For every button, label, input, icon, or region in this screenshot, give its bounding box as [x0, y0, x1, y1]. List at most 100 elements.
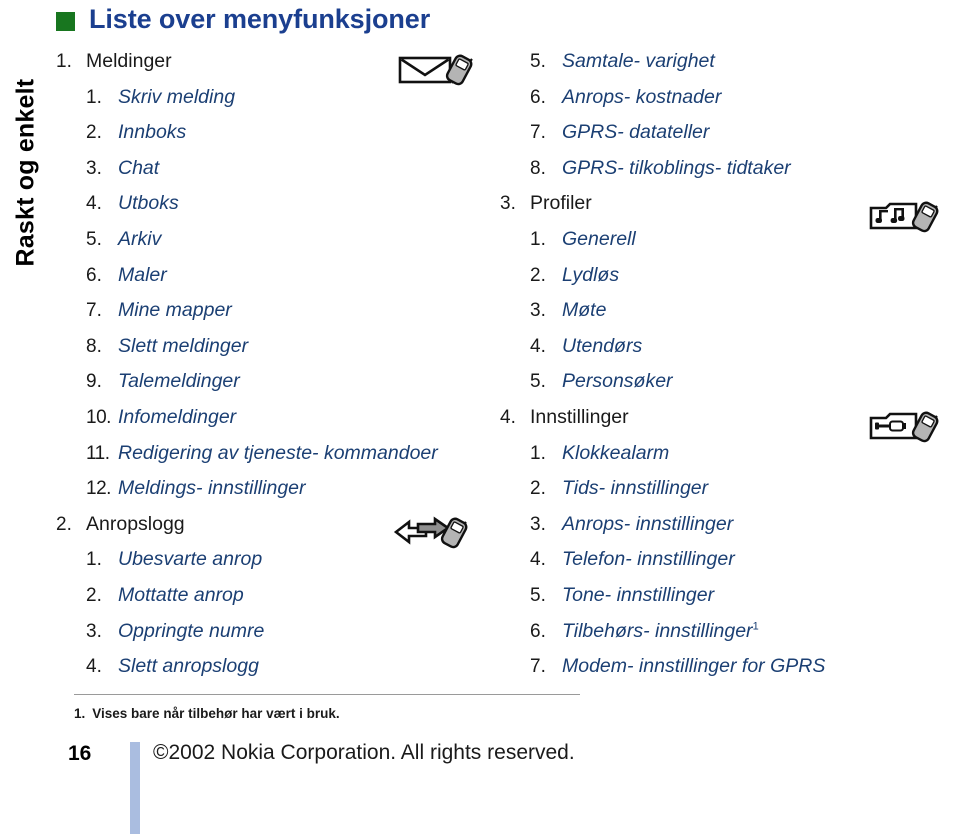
menu-item-row: 9. Talemeldinger — [56, 364, 486, 400]
menu-item-label: Arkiv — [118, 227, 162, 250]
settings-screwdriver-phone-icon — [866, 406, 958, 446]
menu-item-label: Infomeldinger — [118, 405, 237, 428]
menu-item-row: 12. Meldings- innstillinger — [56, 471, 486, 507]
menu-item-row: 11. Redigering av tjeneste- kommandoer — [56, 436, 486, 472]
menu-item-row: 6. Maler — [56, 258, 486, 294]
menu-item-label: Maler — [118, 263, 167, 286]
menu-item-number: 7. — [530, 656, 546, 678]
menu-item-label: Chat — [118, 156, 160, 179]
footnote-text: Vises bare når tilbehør har vært i bruk. — [92, 706, 340, 721]
menu-item-label: Telefon- innstillinger — [562, 548, 735, 571]
footnote-number: 1. — [74, 706, 86, 721]
menu-item-number: 5. — [530, 371, 546, 393]
menu-item-number: 3. — [500, 193, 516, 215]
menu-item-number: 2. — [86, 584, 102, 606]
copyright-notice: ©2002 Nokia Corporation. All rights rese… — [153, 741, 575, 764]
menu-item-row: 6. Tilbehørs- innstillinger1 — [500, 614, 940, 650]
menu-item-number: 7. — [530, 122, 546, 144]
menu-item-number: 5. — [86, 228, 102, 250]
menu-item-number: 2. — [56, 513, 72, 535]
menu-item-label: Utboks — [118, 192, 179, 215]
menu-item-label: Mine mapper — [118, 299, 232, 322]
menu-item-number: 7. — [86, 300, 102, 322]
menu-item-label: GPRS- datateller — [562, 121, 710, 144]
menu-item-row: 7. GPRS- datateller — [500, 115, 940, 151]
menu-item-row: 3. Oppringte numre — [56, 614, 486, 650]
menu-item-number: 2. — [530, 264, 546, 286]
menu-item-label: Meldings- innstillinger — [118, 477, 306, 500]
menu-item-number: 2. — [86, 122, 102, 144]
menu-item-row: 3. Møte — [500, 293, 940, 329]
menu-item-row: 4. Slett anropslogg — [56, 649, 486, 685]
menu-item-number: 4. — [500, 406, 516, 428]
menu-item-row: 4. Utendørs — [500, 329, 940, 365]
footnote-marker: 1 — [752, 620, 759, 632]
menu-item-row: 5. Samtale- varighet — [500, 44, 940, 80]
menu-item-label: Anrops- kostnader — [562, 85, 722, 108]
menu-item-number: 4. — [530, 549, 546, 571]
menu-item-row: 10. Infomeldinger — [56, 400, 486, 436]
menu-item-number: 6. — [530, 86, 546, 108]
menu-item-number: 1. — [86, 549, 102, 571]
call-log-arrows-phone-icon — [392, 512, 484, 552]
menu-item-row: 5. Tone- innstillinger — [500, 578, 940, 614]
menu-item-row: 7. Mine mapper — [56, 293, 486, 329]
menu-item-label: Meldinger — [86, 50, 172, 72]
menu-item-number: 6. — [86, 264, 102, 286]
menu-item-label: Slett anropslogg — [118, 655, 259, 678]
green-square-icon — [56, 12, 75, 31]
menu-item-label: Samtale- varighet — [562, 50, 715, 72]
menu-item-row: 4. Utboks — [56, 186, 486, 222]
menu-item-row: 3. Chat — [56, 151, 486, 187]
menu-item-number: 3. — [530, 300, 546, 322]
menu-item-number: 4. — [530, 335, 546, 357]
menu-item-label: Profiler — [530, 192, 592, 215]
menu-list-right-column: 5. Samtale- varighet 6. Anrops- kostnader 7.… — [500, 44, 940, 685]
menu-list-left-column: 1. Meldinger 1. Skriv melding 2. Innboks 3. Cha… — [56, 44, 486, 685]
menu-item-label: Generell — [562, 227, 636, 250]
profiles-music-notes-phone-icon — [866, 196, 958, 236]
menu-item-label: Redigering av tjeneste- kommandoer — [118, 441, 438, 464]
menu-item-row: 2. Lydløs — [500, 258, 940, 294]
menu-item-row: 2. Mottatte anrop — [56, 578, 486, 614]
menu-item-label: Slett meldinger — [118, 334, 249, 357]
menu-item-label: Tone- innstillinger — [562, 583, 715, 606]
menu-item-label: Mottatte anrop — [118, 583, 244, 606]
menu-item-number: 2. — [530, 478, 546, 500]
menu-item-number: 8. — [86, 335, 102, 357]
menu-item-number: 3. — [86, 157, 102, 179]
footnote: 1. Vises bare når tilbehør har vært i bru… — [74, 706, 340, 721]
menu-item-label: Anropslogg — [86, 512, 185, 535]
menu-item-number: 1. — [56, 51, 72, 72]
page-number: 16 — [68, 742, 92, 765]
menu-item-number: 8. — [530, 157, 546, 179]
menu-item-label: Oppringte numre — [118, 619, 265, 642]
menu-item-label: Personsøker — [562, 370, 673, 393]
page-title-text: Liste over menyfunksjoner — [89, 4, 431, 34]
menu-item-label: Modem- innstillinger for GPRS — [562, 655, 826, 678]
menu-item-number: 1. — [86, 86, 102, 108]
menu-item-label: Talemeldinger — [118, 370, 240, 393]
menu-item-number: 5. — [530, 584, 546, 606]
menu-item-row: 2. Tids- innstillinger — [500, 471, 940, 507]
menu-item-number: 4. — [86, 656, 102, 678]
menu-item-row: 4. Telefon- innstillinger — [500, 542, 940, 578]
menu-item-number: 12. — [86, 478, 111, 500]
footer-accent-bar — [130, 742, 140, 834]
menu-item-number: 6. — [530, 620, 546, 642]
menu-item-label: Lydløs — [562, 263, 620, 286]
menu-item-label: Tilbehørs- innstillinger1 — [562, 619, 759, 642]
menu-item-row: 3. Anrops- innstillinger — [500, 507, 940, 543]
menu-item-row: 8. Slett meldinger — [56, 329, 486, 365]
menu-item-label: Tids- innstillinger — [562, 477, 709, 500]
side-tab-label: Raskt og enkelt — [11, 78, 40, 267]
menu-item-label: Utendørs — [562, 334, 643, 357]
menu-item-number: 3. — [86, 620, 102, 642]
menu-item-label: Skriv melding — [118, 85, 236, 108]
menu-item-number: 5. — [530, 51, 546, 72]
page-title: Liste over menyfunksjoner — [56, 4, 430, 35]
menu-item-number: 9. — [86, 371, 102, 393]
messages-envelope-phone-icon — [396, 50, 488, 90]
menu-item-label: Møte — [562, 299, 607, 322]
side-tab: Raskt og enkelt — [0, 0, 44, 300]
